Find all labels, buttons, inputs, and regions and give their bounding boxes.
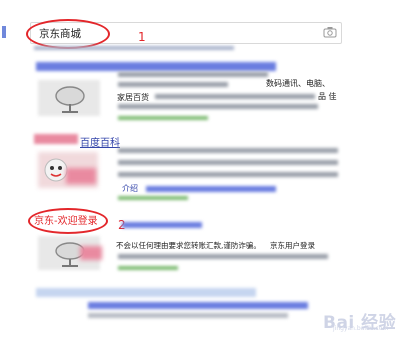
- result-title-prefix: [34, 134, 78, 144]
- result-snippet-tail: 京东用户登录: [270, 241, 315, 250]
- result-snippet: [118, 172, 338, 177]
- result-url: [118, 266, 178, 270]
- watermark-url: jingyan.baidu.com: [333, 325, 389, 332]
- result-snippet: [118, 160, 338, 165]
- annotation-ellipse-1: [26, 19, 110, 49]
- result-url: [118, 196, 188, 200]
- result-links[interactable]: [146, 186, 276, 192]
- result-snippet: [155, 94, 315, 99]
- url-row: [34, 46, 234, 50]
- result-image-accent: [80, 246, 102, 260]
- result-intro-fragment[interactable]: 介绍: [122, 183, 138, 194]
- dish-icon: [55, 86, 85, 113]
- result-snippet-fragment: 家居百货: [117, 93, 149, 102]
- baike-link[interactable]: 百度百科: [80, 134, 120, 149]
- result-snippet: [118, 254, 328, 259]
- result-snippet: [118, 148, 338, 153]
- result-snippet-fragment: 品 佳: [318, 92, 337, 101]
- edge-marker: [2, 26, 6, 38]
- result-image-accent: [66, 168, 96, 184]
- result-snippet: [118, 72, 268, 77]
- result-title[interactable]: [88, 302, 308, 309]
- result-snippet-fragment: 数码通讯、电脑、: [266, 79, 330, 88]
- result-title[interactable]: [122, 222, 202, 228]
- result-title[interactable]: [36, 288, 256, 297]
- annotation-ellipse-2: [28, 208, 108, 234]
- camera-icon[interactable]: [323, 26, 337, 38]
- result-snippet: [118, 82, 228, 87]
- result-snippet: [118, 104, 318, 109]
- result-url: [118, 116, 208, 120]
- result-snippet: [88, 313, 288, 318]
- result-title[interactable]: [36, 62, 276, 71]
- result-snippet-line: 不会以任何理由要求您转账汇款,谨防诈骗。: [116, 241, 261, 250]
- annotation-number-1: 1: [138, 30, 146, 44]
